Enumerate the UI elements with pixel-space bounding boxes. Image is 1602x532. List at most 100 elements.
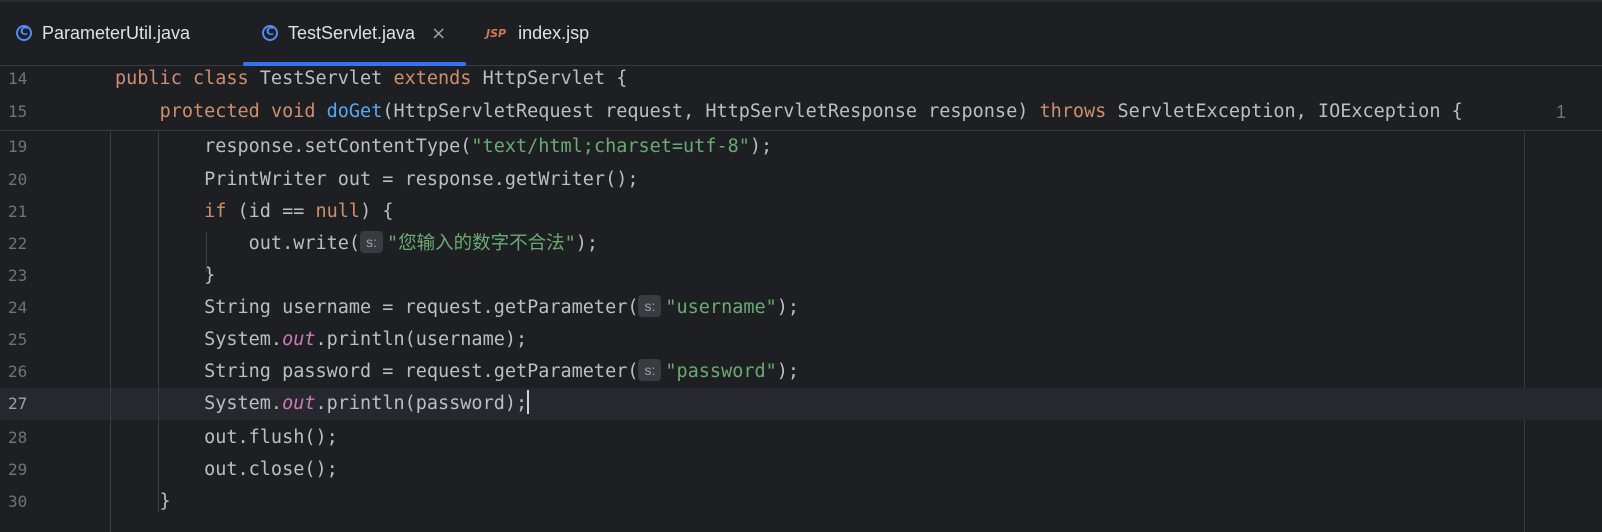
code-line[interactable]: 15 protected void doGet(HttpServletReque… [0,96,1602,128]
line-number[interactable]: 22 [8,228,48,260]
java-class-icon [16,25,32,41]
code-token: System. [115,393,283,414]
code-text: out.write(s: "您输入的数字不合法"); [115,228,598,260]
line-number[interactable]: 20 [8,164,48,196]
code-line[interactable]: 30 } [0,486,1602,518]
code-token: ) { [360,201,394,222]
indent-guide [206,232,207,272]
parameter-hint: s: [360,231,383,253]
code-line[interactable]: 19 response.setContentType("text/html;ch… [0,131,1602,163]
code-token: ); [749,136,773,157]
code-token: (id == [237,201,316,222]
code-line[interactable]: 14 public class TestServlet extends HttpS… [0,66,1602,95]
code-token: "您输入的数字不合法" [386,233,576,254]
code-line[interactable]: 20 PrintWriter out = response.getWriter(… [0,164,1602,196]
code-token: ); [776,361,800,382]
text-caret [527,390,530,414]
code-token: response.setContentType( [115,136,472,157]
code-token: String password = request.getParameter( [115,361,639,382]
jsp-file-icon: JSP [486,26,507,40]
code-text: response.setContentType("text/html;chars… [115,131,772,163]
code-token: } [115,491,171,512]
parameter-hint: s: [638,359,662,381]
line-number[interactable]: 23 [8,260,48,292]
code-token: null [315,201,361,222]
code-token: out [282,329,316,350]
code-token: doGet [326,101,383,122]
code-line[interactable]: 25 System.out.println(username); [0,324,1602,356]
code-token: .println(username); [315,329,528,350]
code-token: out [282,393,316,414]
code-token: PrintWriter out = response.getWriter(); [115,169,639,190]
line-number[interactable]: 30 [8,486,48,518]
code-token: ServletException, IOException { [1117,101,1463,122]
code-text: System.out.println(password); [115,388,530,420]
code-line[interactable]: 21 if (id == null) { [0,196,1602,228]
tab-testservlet[interactable]: TestServlet.java × [243,4,466,66]
code-text: out.flush(); [115,422,338,454]
line-number[interactable]: 19 [8,131,48,163]
code-token: String username = request.getParameter( [115,297,639,318]
code-text: PrintWriter out = response.getWriter(); [115,164,638,196]
code-token: HttpServlet { [482,68,628,89]
code-line[interactable]: 23 } [0,260,1602,292]
indent-guide [158,132,159,512]
code-token: if [204,201,238,222]
tab-label: TestServlet.java [288,22,416,43]
code-text: out.close(); [115,454,338,486]
code-line[interactable]: 29 out.close(); [0,454,1602,486]
code-line[interactable]: 22 out.write(s: "您输入的数字不合法"); [0,228,1602,260]
code-text: protected void doGet(HttpServletRequest … [115,96,1463,128]
line-number[interactable]: 21 [8,196,48,228]
code-token: out.write( [115,233,361,254]
line-number[interactable]: 24 [8,292,48,324]
code-token: "password" [665,361,777,382]
code-line[interactable]: 26 String password = request.getParamete… [0,356,1602,388]
code-editor[interactable]: 14 public class TestServlet extends HttpS… [0,66,1602,532]
tab-label: ParameterUtil.java [42,22,191,43]
java-class-icon [262,25,278,41]
close-icon[interactable]: × [431,23,446,44]
code-text: String username = request.getParameter(s… [115,292,799,324]
code-token: extends [393,68,483,89]
code-text: if (id == null) { [115,196,393,228]
code-line[interactable]: 28 out.flush(); [0,422,1602,454]
tab-label: index.jsp [518,22,590,43]
code-token: ); [776,297,800,318]
code-text: } [115,486,171,518]
line-number[interactable]: 25 [8,324,48,356]
line-number[interactable]: 27 [8,388,48,420]
editor-tab-bar: ParameterUtil.java TestServlet.java × JS… [0,0,1602,66]
code-token: out.flush(); [115,427,338,448]
code-line[interactable]: 27 System.out.println(password); [0,388,1602,420]
tab-parameterutil[interactable]: ParameterUtil.java [16,4,190,62]
indent-guide [110,132,111,532]
code-token: out.close(); [115,459,338,480]
code-token: throws [1039,101,1118,122]
code-text: System.out.println(username); [115,324,527,356]
code-token: } [115,265,216,286]
code-token: System. [115,329,283,350]
parameter-hint: s: [638,295,662,317]
code-token: public class [115,68,260,89]
code-text: String password = request.getParameter(s… [115,356,799,388]
code-token: "text/html;charset=utf-8" [471,136,750,157]
code-token: .println(password); [315,393,528,414]
usage-count-hint[interactable]: 1 [1556,96,1566,128]
code-text: } [115,260,215,292]
code-token: ); [575,233,598,254]
line-number[interactable]: 29 [8,454,48,486]
code-text: public class TestServlet extends HttpSer… [115,66,627,95]
code-token: protected void [159,101,327,122]
line-number[interactable]: 26 [8,356,48,388]
code-token: "username" [665,297,777,318]
tab-index-jsp[interactable]: JSP index.jsp [486,4,589,62]
line-number[interactable]: 28 [8,422,48,454]
line-number[interactable]: 15 [8,96,48,128]
code-token: TestServlet [259,68,394,89]
code-line[interactable]: 24 String username = request.getParamete… [0,292,1602,324]
code-token: (HttpServletRequest request, HttpServlet… [382,101,1040,122]
line-number[interactable]: 14 [8,66,48,95]
